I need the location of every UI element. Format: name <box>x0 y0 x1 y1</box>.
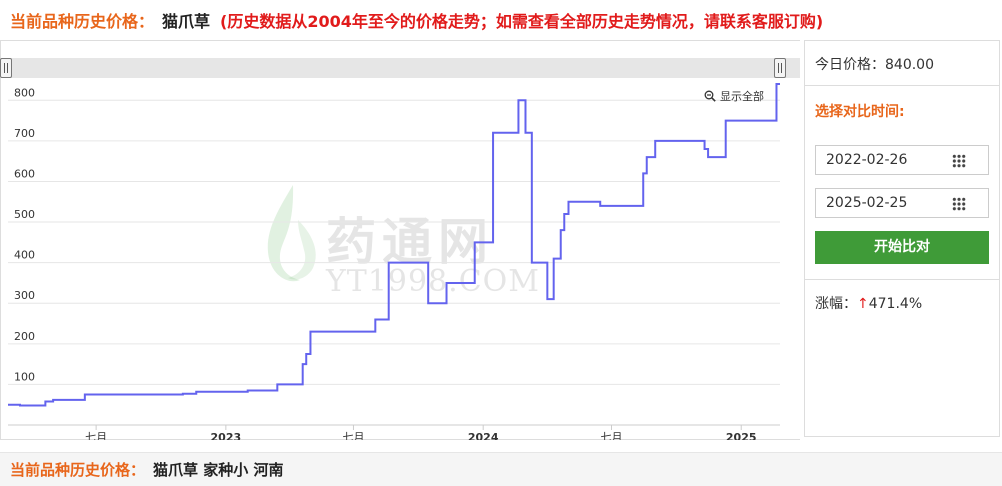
today-price-label: 今日价格： <box>815 57 885 73</box>
today-price: 今日价格：840.00 <box>815 54 934 74</box>
divider <box>805 279 999 280</box>
y-tick-label: 800 <box>14 86 35 99</box>
y-tick-label: 100 <box>14 370 35 383</box>
y-tick-label: 500 <box>14 208 35 221</box>
y-axis-labels: 100 200 300 400 500 600 700 800 <box>14 86 35 383</box>
compare-sidebar: 今日价格：840.00 选择对比时间: 2022-02-26 2025-02-2… <box>804 40 1000 437</box>
x-axis-labels: 七月 2023 七月 2024 七月 2025 <box>85 431 756 440</box>
header-label: 当前品种历史价格： <box>10 12 155 31</box>
x-tick-label: 2023 <box>211 431 242 440</box>
x-tick-label: 2024 <box>468 431 499 440</box>
y-tick-label: 300 <box>14 289 35 302</box>
x-tick-label: 七月 <box>342 431 364 440</box>
price-change: 涨幅：↑471.4% <box>815 293 922 313</box>
start-date-input[interactable]: 2022-02-26 <box>815 145 989 175</box>
history-note: (历史数据从2004年至今的价格走势；如需查看全部历史走势情况，请联系客服订购) <box>220 12 824 31</box>
divider <box>805 85 999 86</box>
show-all-button[interactable]: 显示全部 <box>704 88 764 104</box>
herb-name: 猫爪草 <box>162 12 211 31</box>
show-all-label: 显示全部 <box>720 90 764 103</box>
end-date-value: 2025-02-25 <box>826 195 908 211</box>
calendar-icon[interactable] <box>952 154 966 168</box>
y-tick-label: 200 <box>14 330 35 343</box>
compare-time-label: 选择对比时间: <box>815 104 905 120</box>
x-tick-label: 七月 <box>600 431 622 440</box>
price-series-line <box>8 83 780 407</box>
footer-label: 当前品种历史价格： <box>10 461 146 479</box>
x-tick-label: 2025 <box>726 431 757 440</box>
today-price-value: 840.00 <box>885 57 934 73</box>
change-label: 涨幅： <box>815 296 857 312</box>
calendar-icon[interactable] <box>952 197 966 211</box>
zoom-icon <box>704 90 716 102</box>
price-chart: 100 200 300 400 500 600 700 800 七月 2023 七月 2024 七月 2… <box>8 83 780 440</box>
footer-herb-name: 猫爪草 家种小 河南 <box>153 461 284 479</box>
end-date-input[interactable]: 2025-02-25 <box>815 188 989 218</box>
y-tick-label: 700 <box>14 127 35 140</box>
page-header: 当前品种历史价格： 猫爪草 (历史数据从2004年至今的价格走势；如需查看全部历… <box>0 0 1002 40</box>
change-value: 471.4% <box>868 296 923 312</box>
up-arrow-icon: ↑ <box>857 296 869 312</box>
y-tick-label: 600 <box>14 167 35 180</box>
start-date-value: 2022-02-26 <box>826 152 908 168</box>
x-tick-label: 七月 <box>85 431 107 440</box>
section-footer: 当前品种历史价格： 猫爪草 家种小 河南 <box>0 452 1002 486</box>
chart-grid <box>8 99 780 430</box>
y-tick-label: 400 <box>14 249 35 262</box>
start-compare-button[interactable]: 开始比对 <box>815 231 989 264</box>
